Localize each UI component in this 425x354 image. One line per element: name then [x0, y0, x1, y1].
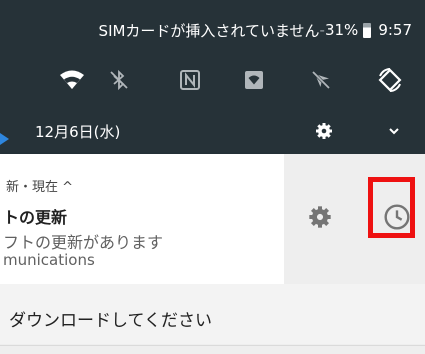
- notification-2-text: ダウンロードしてください: [9, 311, 212, 331]
- nfc-icon[interactable]: [172, 62, 208, 98]
- notification-header: 新・現在 ^: [6, 180, 74, 195]
- notification-card-2[interactable]: ダウンロードしてください: [0, 284, 425, 344]
- date-row: 12月6日(水): [0, 116, 425, 146]
- gear-icon[interactable]: [312, 119, 336, 143]
- wifi-icon[interactable]: [54, 62, 90, 98]
- sim-status-text: SIMカードが挿入されていません: [98, 21, 320, 40]
- notification-card[interactable]: 新・現在 ^ トの更新 フトの更新があります munications: [0, 154, 284, 284]
- notification-title: トの更新: [3, 208, 68, 227]
- notification-text: フトの更新があります: [3, 233, 164, 252]
- quick-settings-row: [0, 62, 425, 98]
- gear-icon[interactable]: [304, 201, 336, 233]
- hotspot-icon[interactable]: [236, 62, 272, 98]
- date-label[interactable]: 12月6日(水): [35, 121, 120, 142]
- location-off-icon[interactable]: [303, 62, 339, 98]
- status-bar: SIMカードが挿入されていません - 31% 9:57: [0, 16, 412, 44]
- clock-time: 9:57: [378, 21, 412, 39]
- notification-shade: SIMカードが挿入されていません - 31% 9:57 12月6日(水): [0, 0, 425, 154]
- divider: [0, 345, 425, 346]
- auto-rotate-icon[interactable]: [372, 62, 408, 98]
- chevron-down-icon[interactable]: [382, 119, 406, 143]
- battery-percent: 31%: [324, 21, 359, 39]
- snooze-highlight-box: [368, 177, 415, 238]
- notification-app-name: munications: [3, 251, 95, 269]
- bluetooth-off-icon[interactable]: [101, 62, 137, 98]
- pointer-arrow: [0, 133, 9, 145]
- battery-icon: [363, 22, 372, 38]
